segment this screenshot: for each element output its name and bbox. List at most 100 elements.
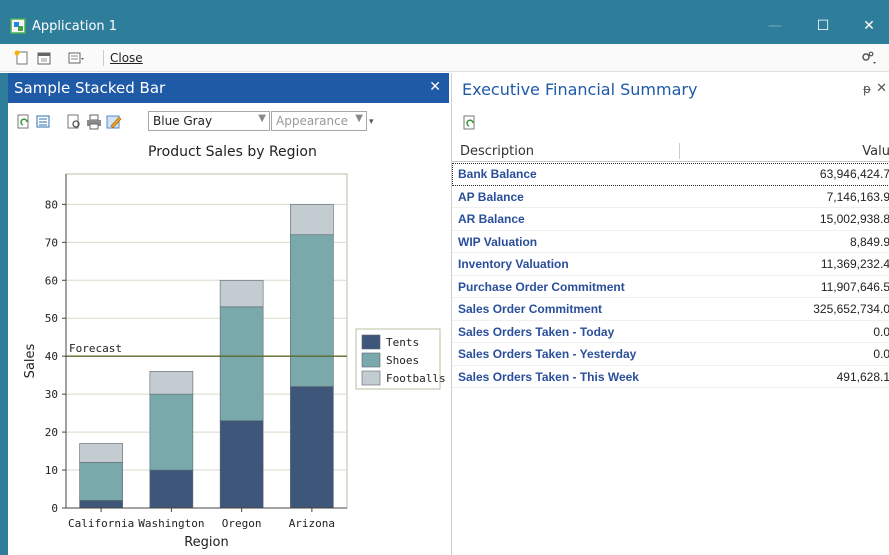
new-icon[interactable] xyxy=(14,50,30,66)
column-header-value[interactable]: Valu xyxy=(862,144,889,159)
y-tick-label: 0 xyxy=(51,502,58,515)
y-tick-label: 30 xyxy=(45,388,58,401)
row-description[interactable]: Sales Orders Taken - Yesterday xyxy=(458,347,636,361)
row-value: 7,146,163.9 xyxy=(826,189,889,204)
chart-title: Product Sales by Region xyxy=(148,144,317,160)
appearance-combo-value: Appearance xyxy=(276,114,349,128)
maximize-button[interactable]: ☐ xyxy=(800,12,846,40)
stacked-bar-chart: Forecast 0 10 20 30 40 50 60 70 80 California Wash… xyxy=(23,173,446,550)
table-row[interactable]: Inventory Valuation 11,369,232.4 xyxy=(452,253,889,276)
window-title: Application 1 xyxy=(32,19,118,34)
bar-segment-footballs xyxy=(79,443,123,463)
bar-segment-tents xyxy=(149,469,194,509)
pin-icon[interactable]: ᵽ xyxy=(863,82,871,96)
row-value: 11,369,232.4 xyxy=(820,257,889,271)
y-tick-label: 80 xyxy=(45,198,58,211)
row-description[interactable]: Inventory Valuation xyxy=(458,257,569,271)
table-row[interactable]: Sales Orders Taken - This Week 491,628.1 xyxy=(452,366,889,388)
bar-segment-shoes xyxy=(219,306,264,422)
row-description[interactable]: Sales Orders Taken - Today xyxy=(458,325,614,339)
window-titlebar: Application 1 — ☐ ✕ xyxy=(0,0,889,44)
y-tick-label: 10 xyxy=(45,464,58,477)
row-description[interactable]: Sales Order Commitment xyxy=(458,302,602,316)
layout-icon[interactable] xyxy=(68,50,84,66)
panel-title: Sample Stacked Bar xyxy=(14,79,166,97)
column-header-description[interactable]: Description xyxy=(460,144,534,159)
row-description[interactable]: Bank Balance xyxy=(458,167,537,181)
financial-summary-panel: Executive Financial Summary ᵽ ✕ Descript… xyxy=(451,73,889,555)
main-toolbar: Close xyxy=(0,44,889,72)
x-tick-label: Arizona xyxy=(289,517,335,530)
legend-label: Tents xyxy=(386,336,419,349)
chevron-down-icon: ▼ xyxy=(258,113,266,124)
preview-icon[interactable] xyxy=(66,114,82,130)
minimize-button[interactable]: — xyxy=(752,12,798,40)
print-icon[interactable] xyxy=(86,114,102,130)
row-description[interactable]: Purchase Order Commitment xyxy=(458,280,625,294)
legend-label: Shoes xyxy=(386,354,419,367)
chevron-down-icon: ▼ xyxy=(355,113,363,124)
forecast-label: Forecast xyxy=(69,342,122,355)
theme-combo[interactable]: Blue Gray ▼ xyxy=(148,111,270,131)
row-value: 0.0 xyxy=(873,347,889,361)
x-axis-title: Region xyxy=(184,535,229,550)
column-divider[interactable] xyxy=(679,143,680,159)
close-window-button[interactable]: ✕ xyxy=(846,12,889,40)
table-row[interactable]: Sales Order Commitment 325,652,734.0 xyxy=(452,298,889,321)
row-value: 11,907,646.5 xyxy=(820,279,889,294)
table-row[interactable]: Sales Orders Taken - Yesterday 0.0 xyxy=(452,343,889,366)
summary-grid: Bank Balance 63,946,424.7 AP Balance 7,146,… xyxy=(452,163,889,388)
x-tick-label: California xyxy=(68,517,134,530)
table-row[interactable]: AR Balance 15,002,938.8 xyxy=(452,208,889,231)
close-button[interactable]: Close xyxy=(110,51,143,65)
refresh-icon[interactable] xyxy=(462,115,478,131)
table-row[interactable]: Bank Balance 63,946,424.7 xyxy=(452,163,889,186)
table-row[interactable]: WIP Valuation 8,849.9 xyxy=(452,231,889,253)
table-row[interactable]: Purchase Order Commitment 11,907,646.5 xyxy=(452,276,889,298)
bar-segment-shoes xyxy=(149,393,194,471)
app-icon xyxy=(10,18,26,34)
bar-segment-footballs xyxy=(290,204,334,236)
row-description[interactable]: AP Balance xyxy=(458,190,524,204)
row-description[interactable]: Sales Orders Taken - This Week xyxy=(458,370,639,384)
summary-title: Executive Financial Summary xyxy=(462,80,698,99)
row-value: 0.0 xyxy=(873,324,889,339)
bar-segment-tents xyxy=(79,500,123,509)
row-value: 491,628.1 xyxy=(836,369,889,384)
toolbar-separator xyxy=(103,50,104,66)
bar-segment-tents xyxy=(290,386,334,509)
bar-segment-footballs xyxy=(149,371,194,395)
appearance-combo[interactable]: Appearance ▼ xyxy=(271,111,367,131)
y-tick-label: 60 xyxy=(45,274,58,287)
summary-close-button[interactable]: ✕ xyxy=(876,81,887,96)
calendar-icon[interactable] xyxy=(36,50,52,66)
x-tick-label: Oregon xyxy=(222,517,262,530)
list-icon[interactable] xyxy=(36,114,52,130)
y-tick-label: 40 xyxy=(45,350,58,363)
y-tick-label: 50 xyxy=(45,312,58,325)
panel-header: Sample Stacked Bar ✕ xyxy=(8,73,449,103)
row-value: 8,849.9 xyxy=(849,234,889,249)
row-description[interactable]: WIP Valuation xyxy=(458,235,537,249)
panel-close-button[interactable]: ✕ xyxy=(429,79,441,95)
theme-combo-value: Blue Gray xyxy=(153,114,213,128)
y-axis-title: Sales xyxy=(23,343,38,378)
edit-icon[interactable] xyxy=(106,114,122,130)
overflow-chevron-icon[interactable]: ▾ xyxy=(369,117,374,127)
chart-toolbar: Blue Gray ▼ Appearance ▼ ▾ xyxy=(8,111,449,133)
chart-legend: Tents Shoes Footballs xyxy=(355,328,446,390)
bar-segment-tents xyxy=(219,420,264,509)
table-row[interactable]: Sales Orders Taken - Today 0.0 xyxy=(452,321,889,343)
stacked-bar-panel: Sample Stacked Bar ✕ Blue Gray ▼ Appeara… xyxy=(0,73,449,555)
settings-icon[interactable] xyxy=(860,50,876,66)
bar-segment-footballs xyxy=(219,279,264,308)
row-description[interactable]: AR Balance xyxy=(458,212,525,226)
refresh-icon[interactable] xyxy=(16,114,32,130)
row-value: 63,946,424.7 xyxy=(819,167,889,181)
y-tick-label: 20 xyxy=(45,426,58,439)
legend-swatch xyxy=(361,352,381,368)
legend-swatch xyxy=(361,370,381,386)
table-row[interactable]: AP Balance 7,146,163.9 xyxy=(452,186,889,208)
legend-swatch xyxy=(361,334,381,350)
bar-segment-shoes xyxy=(79,462,123,501)
